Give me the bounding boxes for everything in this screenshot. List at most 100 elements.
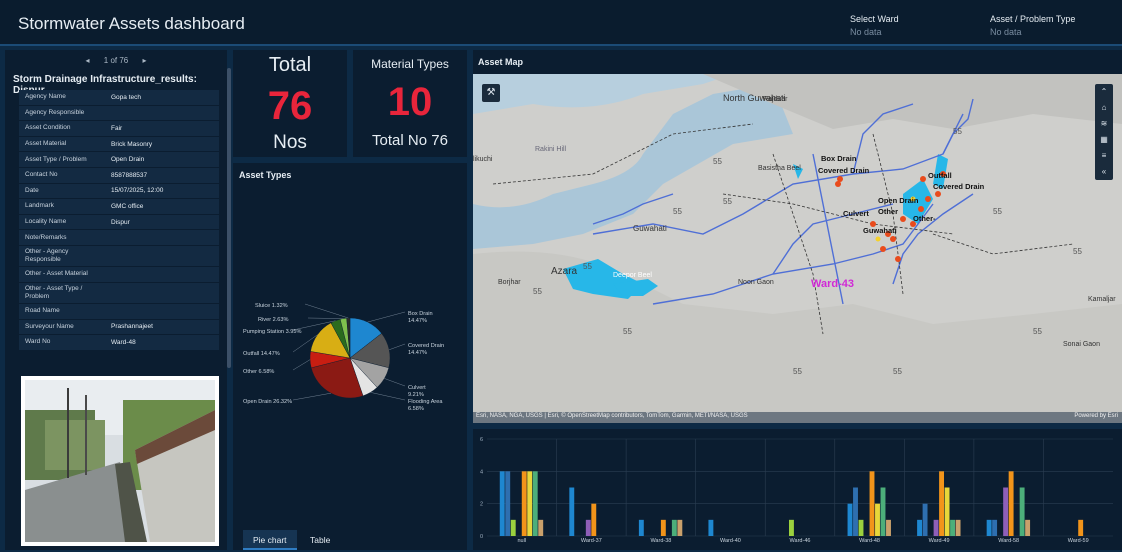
ward-bar-chart[interactable]: 0 2 4 6 null Ward-37 Ward-38 Ward-40 Ward-46 Ward… — [473, 429, 1122, 550]
details-scrollbar[interactable] — [227, 68, 231, 368]
bar[interactable] — [660, 519, 666, 536]
map-label: Azara — [551, 266, 578, 277]
asset-types-pie-chart[interactable]: Box Drain 14.47% Covered Drain 14.47% Culver… — [233, 293, 467, 423]
next-record-button[interactable]: ▸ — [142, 56, 146, 65]
pie-leader-line — [292, 359, 311, 371]
asset-type-filter-value[interactable]: No data — [990, 27, 1075, 37]
svg-text:55: 55 — [1073, 247, 1082, 256]
powered-by-esri[interactable]: Powered by Esri — [1074, 413, 1118, 419]
attribute-key: Asset Condition — [25, 124, 71, 132]
bar[interactable] — [986, 519, 992, 536]
total-assets-card: Total 76 Nos — [233, 50, 347, 157]
bar[interactable] — [944, 487, 950, 537]
prev-record-button[interactable]: ◂ — [86, 56, 90, 65]
attribute-key: Locality Name — [25, 217, 67, 225]
bar[interactable] — [510, 519, 516, 536]
bar[interactable] — [789, 519, 794, 536]
attribute-key: Asset Type / Problem — [25, 155, 87, 163]
map-asset-label: Other- — [913, 214, 936, 223]
attribute-value: 15/07/2025, 12:00 — [111, 187, 164, 195]
bar[interactable] — [532, 471, 538, 536]
bar[interactable] — [917, 519, 923, 536]
map-label: Rakini Hill — [535, 146, 567, 153]
map-label: Noon Gaon — [738, 279, 774, 286]
collapse-icon[interactable]: ⌃ — [1095, 84, 1113, 100]
expand-icon[interactable]: « — [1095, 164, 1113, 180]
bar[interactable] — [933, 519, 939, 536]
pie-leader-line — [384, 378, 406, 387]
attribute-value: Prashannajeet — [111, 323, 153, 331]
bar[interactable] — [847, 503, 853, 536]
bar[interactable] — [505, 471, 511, 536]
pie-label: Open Drain 26.32% — [243, 399, 292, 405]
map-canvas[interactable]: 55 55 55 55 55 55 55 55 55 55 55 55 North Guwaha… — [473, 74, 1122, 412]
bar[interactable] — [1003, 487, 1009, 537]
svg-text:55: 55 — [893, 367, 902, 376]
attribute-table: Agency Name Gopa tech Agency Responsible As… — [19, 90, 219, 351]
bar[interactable] — [992, 519, 998, 536]
bar[interactable] — [708, 519, 714, 536]
bar[interactable] — [955, 519, 961, 536]
attribute-row: Asset Material Brick Masonry — [19, 136, 219, 153]
record-pager: ◂ 1 of 76 ▸ — [5, 56, 227, 65]
attribute-key: Other - Asset Material — [25, 270, 88, 278]
asset-type-filter[interactable]: Asset / Problem Type No data — [990, 14, 1075, 37]
asset-photo[interactable] — [21, 376, 219, 546]
tab-pie-chart[interactable]: Pie chart — [243, 530, 297, 550]
pie-label: Flooding Area 6.58% — [408, 399, 443, 412]
bar[interactable] — [569, 487, 575, 537]
bar[interactable] — [858, 519, 864, 536]
attribute-row: Other - Asset Material — [19, 267, 219, 283]
attribute-row: Road Name — [19, 304, 219, 320]
attribution-text: Esri, NASA, NGA, USGS | Esri, © OpenStre… — [476, 413, 748, 419]
tab-table[interactable]: Table — [300, 530, 341, 550]
pie-label: River 2.63% — [258, 317, 288, 323]
bar[interactable] — [939, 471, 945, 536]
bar[interactable] — [527, 471, 533, 536]
bar[interactable] — [1019, 487, 1025, 537]
bar-x-tick-label: Ward-59 — [1068, 538, 1089, 544]
attribute-row: Other - Agency Responsible — [19, 245, 219, 268]
bar[interactable] — [950, 519, 956, 536]
bar[interactable] — [922, 503, 928, 536]
layers-icon[interactable]: ≋ — [1095, 116, 1113, 132]
basemap-gallery-icon[interactable]: ▦ — [1095, 132, 1113, 148]
bar[interactable] — [591, 503, 597, 536]
total-title: Total — [268, 54, 312, 76]
legend-icon[interactable]: ≡ — [1095, 148, 1113, 164]
attribute-row: Ward No Ward-48 — [19, 335, 219, 351]
bar[interactable] — [677, 519, 683, 536]
bar-x-tick-label: Ward-48 — [859, 538, 880, 544]
bar[interactable] — [638, 519, 644, 536]
map-asset-label: Other — [878, 207, 899, 216]
bar[interactable] — [1025, 519, 1031, 536]
asset-types-panel: Asset Types Box Drain 14.47% Covered Drain… — [233, 163, 467, 550]
bar-y-tick-label: 4 — [480, 469, 483, 475]
bar[interactable] — [1078, 519, 1084, 536]
record-counter: 1 of 76 — [103, 56, 129, 65]
bar[interactable] — [1008, 471, 1014, 536]
bar[interactable] — [538, 519, 544, 536]
ward-filter[interactable]: Select Ward No data — [850, 14, 899, 37]
map-label: Borjhar — [498, 279, 521, 286]
home-icon[interactable]: ⌂ — [1095, 100, 1113, 116]
bar[interactable] — [853, 487, 858, 537]
map-tools-button[interactable]: ⚒ — [482, 84, 500, 102]
bar[interactable] — [886, 519, 891, 536]
bar[interactable] — [671, 519, 677, 536]
bar[interactable] — [499, 471, 505, 536]
bar[interactable] — [880, 487, 886, 537]
attribute-value — [107, 236, 219, 240]
pie-leader-line — [307, 317, 344, 319]
bar[interactable] — [875, 503, 880, 536]
bar[interactable] — [521, 471, 527, 536]
bar[interactable] — [869, 471, 875, 536]
svg-text:55: 55 — [953, 127, 962, 136]
map-asset-label: Covered Drain — [818, 166, 870, 175]
bar[interactable] — [585, 519, 591, 536]
ward-filter-value[interactable]: No data — [850, 27, 899, 37]
pie-leader-line — [370, 392, 406, 401]
attribute-value — [107, 111, 219, 115]
attribute-row: Landmark GMC office — [19, 199, 219, 215]
bar-x-tick-label: Ward-46 — [790, 538, 811, 544]
